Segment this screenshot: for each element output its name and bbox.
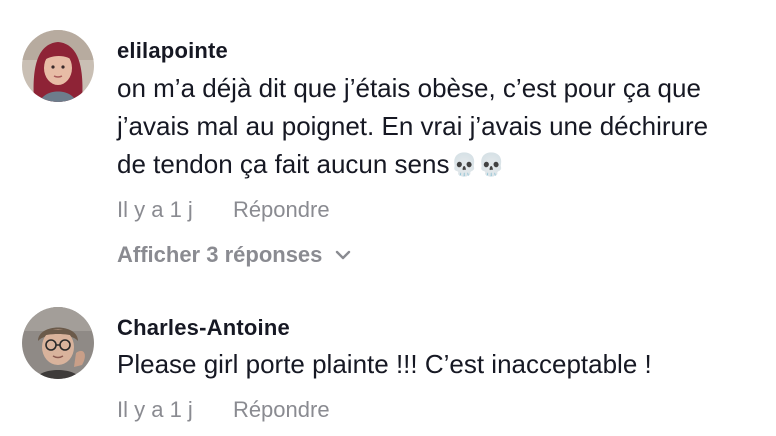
comment-text-line: de tendon ça fait aucun sens💀💀	[117, 145, 708, 183]
chevron-down-icon	[334, 249, 352, 261]
view-replies-button[interactable]: Afficher 3 réponses	[117, 242, 352, 268]
skull-emoji-icon: 💀💀	[450, 153, 506, 178]
reply-button[interactable]: Répondre	[233, 197, 330, 223]
comment-meta: Il y a 1 j Répondre	[117, 397, 330, 423]
comment-text-line: Please girl porte plainte !!! C’est inac…	[117, 349, 652, 379]
comment-text: Please girl porte plainte !!! C’est inac…	[117, 345, 652, 383]
comment-text: on m’a déjà dit que j’étais obèse, c’est…	[117, 69, 708, 183]
reply-button[interactable]: Répondre	[233, 397, 330, 423]
comment-text-fragment: de tendon ça fait aucun sens	[117, 149, 450, 179]
comment-meta: Il y a 1 j Répondre	[117, 197, 330, 223]
comment-item: Charles-Antoine Please girl porte plaint…	[0, 295, 776, 436]
comment-item: elilapointe on m’a déjà dit que j’étais …	[0, 0, 776, 290]
comment-username[interactable]: Charles-Antoine	[117, 315, 290, 341]
avatar[interactable]	[22, 307, 94, 379]
comment-text-line: on m’a déjà dit que j’étais obèse, c’est…	[117, 73, 701, 103]
comment-timestamp: Il y a 1 j	[117, 197, 193, 222]
view-replies-label: Afficher 3 réponses	[117, 242, 323, 267]
user-avatar-icon	[22, 307, 94, 379]
avatar[interactable]	[22, 30, 94, 102]
user-avatar-icon	[22, 30, 94, 102]
comment-username[interactable]: elilapointe	[117, 38, 228, 64]
comment-timestamp: Il y a 1 j	[117, 397, 193, 422]
comment-text-line: j’avais mal au poignet. En vrai j’avais …	[117, 111, 709, 141]
